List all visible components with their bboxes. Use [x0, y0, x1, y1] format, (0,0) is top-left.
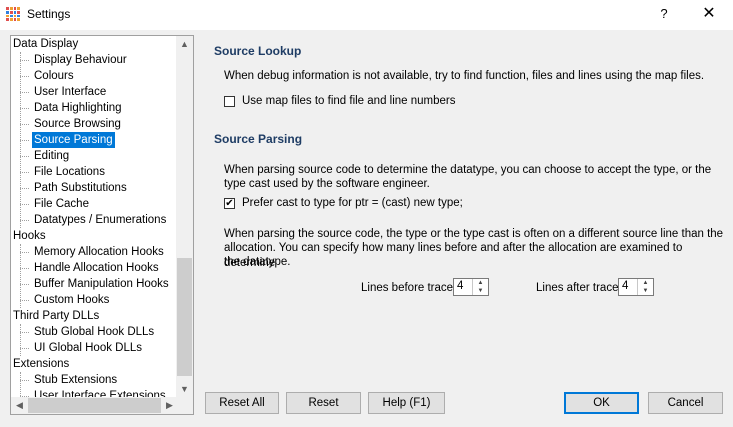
tree-item-user-interface[interactable]: User Interface	[32, 84, 108, 100]
title-bar: Settings ? ✕	[0, 0, 733, 30]
source-parsing-desc2-line3: the datatype.	[224, 256, 291, 268]
tree-item-hooks[interactable]: Hooks	[13, 228, 46, 244]
lines-after-spin-buttons[interactable]: ▲ ▼	[637, 279, 653, 295]
spin-up-icon[interactable]: ▲	[473, 279, 488, 287]
tree-connector	[20, 124, 29, 125]
tree-connector	[20, 108, 29, 109]
tree-guide	[20, 372, 21, 398]
tree-item-stub-global-hook-dlls[interactable]: Stub Global Hook DLLs	[32, 324, 156, 340]
tree-vertical-scrollbar[interactable]: ▲ ▼	[176, 36, 193, 398]
help-icon[interactable]: ?	[656, 6, 672, 21]
tree-item-file-locations[interactable]: File Locations	[32, 164, 107, 180]
tree-item-ui-global-hook-dlls[interactable]: UI Global Hook DLLs	[32, 340, 144, 356]
reset-button[interactable]: Reset	[286, 392, 361, 414]
use-map-files-label[interactable]: Use map files to find file and line numb…	[242, 95, 456, 107]
source-parsing-desc2-line2: allocation. You can specify how many lin…	[224, 242, 683, 269]
source-parsing-desc1-line1: When parsing source code to determine th…	[224, 164, 712, 176]
tree-item-source-browsing[interactable]: Source Browsing	[32, 116, 123, 132]
tree-item-custom-hooks[interactable]: Custom Hooks	[32, 292, 111, 308]
source-parsing-title: Source Parsing	[214, 132, 303, 146]
scroll-up-icon[interactable]: ▲	[176, 36, 193, 53]
scrollbar-corner	[176, 397, 193, 414]
settings-app-icon	[6, 7, 20, 21]
tree-item-data-highlighting[interactable]: Data Highlighting	[32, 100, 124, 116]
tree-item-buffer-manipulation-hooks[interactable]: Buffer Manipulation Hooks	[32, 276, 171, 292]
tree-item-display-behaviour[interactable]: Display Behaviour	[32, 52, 129, 68]
tree-connector	[20, 188, 29, 189]
tree-connector	[20, 220, 29, 221]
tree-item-stub-extensions[interactable]: Stub Extensions	[32, 372, 119, 388]
settings-tree[interactable]: Data Display Display Behaviour Colours U…	[10, 35, 194, 415]
source-lookup-description: When debug information is not available,…	[224, 70, 705, 82]
tree-connector	[20, 140, 29, 141]
tree-item-datatypes-enumerations[interactable]: Datatypes / Enumerations	[32, 212, 168, 228]
tree-guide	[20, 244, 21, 308]
tree-item-third-party-dlls[interactable]: Third Party DLLs	[13, 308, 99, 324]
lines-after-stepper[interactable]: 4 ▲ ▼	[618, 278, 654, 296]
cancel-button[interactable]: Cancel	[648, 392, 723, 414]
source-parsing-desc1-line2: type cast used by the software engineer.	[224, 178, 430, 190]
prefer-cast-label[interactable]: Prefer cast to type for ptr = (cast) new…	[242, 197, 463, 209]
tree-connector	[20, 156, 29, 157]
tree-connector	[20, 300, 29, 301]
tree-item-data-display[interactable]: Data Display	[13, 36, 78, 52]
lines-before-value[interactable]: 4	[457, 280, 463, 292]
spin-down-icon[interactable]: ▼	[473, 287, 488, 295]
use-map-files-checkbox[interactable]	[224, 96, 235, 107]
reset-all-button[interactable]: Reset All	[205, 392, 279, 414]
tree-item-editing[interactable]: Editing	[32, 148, 71, 164]
vertical-scroll-thumb[interactable]	[177, 258, 192, 376]
tree-connector	[20, 60, 29, 61]
tree-horizontal-scrollbar[interactable]: ◀ ▶	[11, 397, 178, 414]
scroll-down-icon[interactable]: ▼	[176, 381, 193, 398]
tree-item-extensions[interactable]: Extensions	[13, 356, 69, 372]
tree-connector	[20, 252, 29, 253]
source-parsing-desc2-line1: When parsing the source code, the type o…	[224, 228, 724, 240]
tree-connector	[20, 172, 29, 173]
tree-item-path-substitutions[interactable]: Path Substitutions	[32, 180, 129, 196]
window-title: Settings	[27, 7, 71, 21]
lines-before-label: Lines before trace	[361, 282, 454, 294]
tree-item-file-cache[interactable]: File Cache	[32, 196, 91, 212]
ok-button[interactable]: OK	[564, 392, 639, 414]
tree-connector	[20, 348, 29, 349]
scroll-left-icon[interactable]: ◀	[11, 397, 28, 414]
help-button[interactable]: Help (F1)	[368, 392, 445, 414]
lines-before-stepper[interactable]: 4 ▲ ▼	[453, 278, 489, 296]
tree-connector	[20, 92, 29, 93]
tree-connector	[20, 332, 29, 333]
close-icon[interactable]: ✕	[700, 3, 718, 23]
tree-item-handle-allocation-hooks[interactable]: Handle Allocation Hooks	[32, 260, 161, 276]
spin-down-icon[interactable]: ▼	[638, 287, 653, 295]
tree-item-memory-allocation-hooks[interactable]: Memory Allocation Hooks	[32, 244, 166, 260]
tree-connector	[20, 380, 29, 381]
tree-connector	[20, 204, 29, 205]
tree-connector	[20, 268, 29, 269]
tree-connector	[20, 284, 29, 285]
tree-item-colours[interactable]: Colours	[32, 68, 76, 84]
spin-up-icon[interactable]: ▲	[638, 279, 653, 287]
lines-after-value[interactable]: 4	[622, 280, 628, 292]
horizontal-scroll-thumb[interactable]	[28, 398, 161, 413]
lines-before-spin-buttons[interactable]: ▲ ▼	[472, 279, 488, 295]
tree-item-source-parsing[interactable]: Source Parsing	[32, 132, 115, 148]
tree-guide	[20, 324, 21, 356]
tree-items: Data Display Display Behaviour Colours U…	[11, 36, 178, 398]
tree-connector	[20, 76, 29, 77]
source-lookup-title: Source Lookup	[214, 44, 302, 58]
lines-after-label: Lines after trace	[536, 282, 619, 294]
prefer-cast-checkbox[interactable]: ✔	[224, 198, 235, 209]
